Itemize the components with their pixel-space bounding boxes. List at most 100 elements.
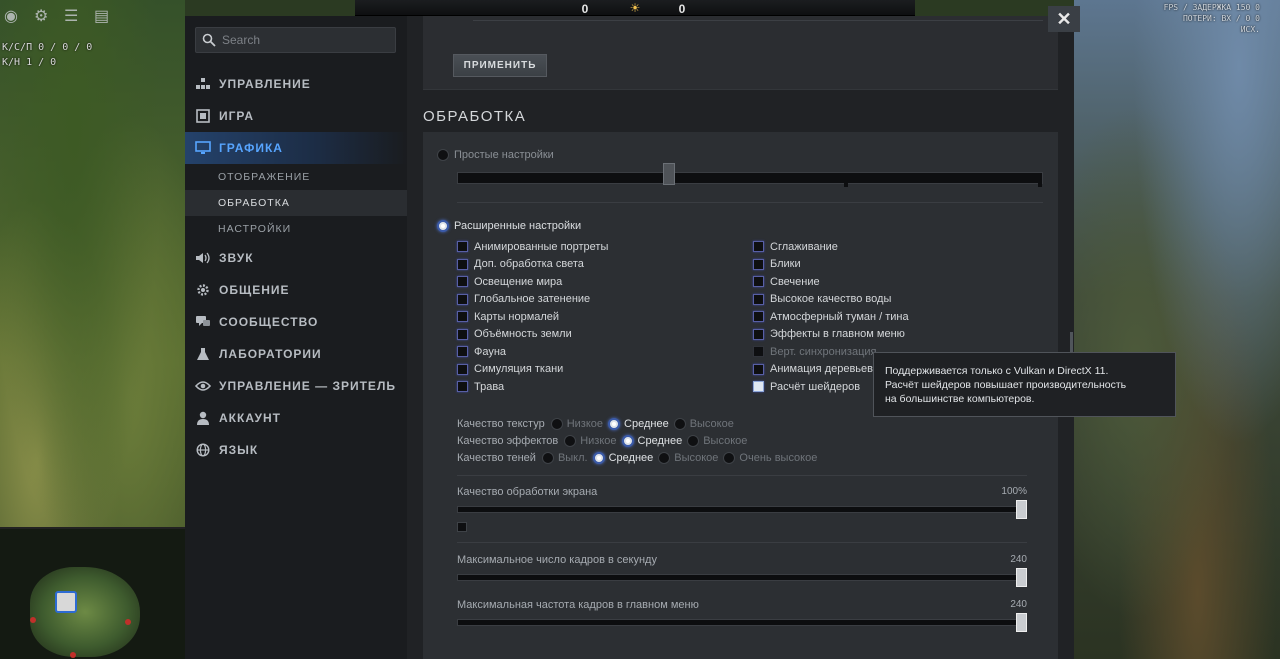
advanced-mode-radio[interactable]: Расширенные настройки [437, 220, 581, 232]
radio-button[interactable] [658, 452, 671, 464]
radio-button[interactable] [687, 435, 700, 447]
sidebar-item-sound[interactable]: ЗВУК [185, 242, 407, 274]
effects-quality-medium[interactable]: Среднее [621, 435, 682, 447]
close-button[interactable]: ✕ [1048, 6, 1080, 32]
checkbox-normal-maps[interactable]: Карты нормалей [457, 308, 608, 326]
radio-button[interactable] [564, 435, 577, 447]
checkbox-grass[interactable]: Трава [457, 378, 608, 396]
sidebar-sub-display[interactable]: ОТОБРАЖЕНИЕ [185, 164, 407, 190]
sidebar-item-label: УПРАВЛЕНИЕ — ЗРИТЕЛЬ [219, 379, 396, 393]
fps-max-thumb[interactable] [1016, 568, 1027, 587]
radio-button[interactable] [673, 418, 686, 430]
eye-icon[interactable]: ◉ [4, 8, 24, 26]
simple-slider-thumb[interactable] [663, 163, 675, 185]
shadow-quality-medium[interactable]: Среднее [592, 452, 653, 464]
checkbox-checked[interactable] [753, 381, 764, 393]
hud-icons: ◉ ⚙ ☰ ▤ [4, 8, 114, 26]
radio-button-selected[interactable] [608, 418, 621, 430]
globe-icon [195, 442, 211, 458]
search-box[interactable] [195, 27, 396, 53]
menu-icon[interactable]: ☰ [64, 8, 84, 26]
texture-quality-high[interactable]: Высокое [673, 418, 734, 430]
shadow-quality-off[interactable]: Выкл. [541, 452, 588, 464]
sidebar-sub-processing[interactable]: ОБРАБОТКА [185, 190, 407, 216]
shadow-quality-ultra[interactable]: Очень высокое [723, 452, 817, 464]
scoreboard-icon[interactable]: ▤ [94, 8, 114, 26]
radio-button-selected[interactable] [592, 452, 605, 464]
checkbox[interactable] [753, 241, 764, 253]
checkbox[interactable] [457, 258, 468, 270]
checkbox-label: Глобальное затенение [474, 293, 591, 306]
option-label: Высокое [674, 452, 719, 464]
screen-quality-thumb[interactable] [1016, 500, 1027, 519]
checkbox-atmospheric-fog[interactable]: Атмосферный туман / тина [753, 308, 909, 326]
checkbox-antialiasing[interactable]: Сглаживание [753, 238, 909, 256]
checkbox-label: Расчёт шейдеров [770, 380, 861, 393]
checkbox[interactable] [457, 328, 468, 340]
texture-quality-low[interactable]: Низкое [550, 418, 603, 430]
checkbox[interactable] [753, 363, 764, 375]
sidebar-item-spectator[interactable]: УПРАВЛЕНИЕ — ЗРИТЕЛЬ [185, 370, 407, 402]
sidebar-item-community[interactable]: СООБЩЕСТВО [185, 306, 407, 338]
radio-button-selected[interactable] [621, 435, 634, 447]
effects-quality-high[interactable]: Высокое [687, 435, 747, 447]
checkbox[interactable] [457, 363, 468, 375]
screen-quality-slider[interactable] [457, 506, 1027, 513]
checkbox-specular[interactable]: Блики [753, 256, 909, 274]
simple-mode-radio[interactable]: Простые настройки [437, 149, 554, 161]
radio-button-selected[interactable] [437, 220, 449, 232]
minimap[interactable] [0, 527, 185, 659]
checkbox[interactable] [753, 293, 764, 305]
apply-button[interactable]: ПРИМЕНИТЬ [453, 54, 547, 77]
checkbox[interactable] [457, 346, 468, 358]
sidebar-item-label: ЗВУК [219, 251, 254, 265]
sidebar-item-social[interactable]: ОБЩЕНИЕ [185, 274, 407, 306]
checkbox[interactable] [753, 311, 764, 323]
checkbox[interactable] [457, 276, 468, 288]
checkbox[interactable] [457, 293, 468, 305]
checkbox[interactable] [753, 276, 764, 288]
sidebar-item-labs[interactable]: ЛАБОРАТОРИИ [185, 338, 407, 370]
checkbox-ground-parallax[interactable]: Объёмность земли [457, 326, 608, 344]
checkbox[interactable] [457, 241, 468, 253]
checkbox[interactable] [753, 328, 764, 340]
radio-button[interactable] [541, 452, 554, 464]
checkbox-ambient-occlusion[interactable]: Глобальное затенение [457, 291, 608, 309]
checkbox-animated-portraits[interactable]: Анимированные портреты [457, 238, 608, 256]
settings-content: ПРИМЕНИТЬ ОБРАБОТКА Простые настройки Ра… [407, 16, 1074, 659]
checkbox-fauna[interactable]: Фауна [457, 343, 608, 361]
sidebar-item-label: ИГРА [219, 109, 255, 123]
radio-button[interactable] [550, 418, 563, 430]
sidebar-item-graphics[interactable]: ГРАФИКА [185, 132, 407, 164]
checkbox-menu-effects[interactable]: Эффекты в главном меню [753, 326, 909, 344]
sidebar-item-account[interactable]: АККАУНТ [185, 402, 407, 434]
checkbox-bloom[interactable]: Свечение [753, 273, 909, 291]
radio-button[interactable] [723, 452, 736, 464]
sidebar-item-language[interactable]: ЯЗЫК [185, 434, 407, 466]
shadow-quality-label: Качество теней [457, 452, 536, 464]
sidebar-item-game[interactable]: ИГРА [185, 100, 407, 132]
checkbox-screen-option[interactable] [457, 522, 467, 532]
checkbox[interactable] [457, 381, 468, 393]
checkbox[interactable] [457, 311, 468, 323]
texture-quality-medium[interactable]: Среднее [608, 418, 669, 430]
simple-quality-slider[interactable] [457, 172, 1043, 187]
checkbox-high-quality-water[interactable]: Высокое качество воды [753, 291, 909, 309]
sidebar-sub-settings[interactable]: НАСТРОЙКИ [185, 216, 407, 242]
fps-menu-slider[interactable] [457, 619, 1027, 626]
fps-max-slider[interactable] [457, 574, 1027, 581]
fps-line: ПОТЕРИ: ВХ / 0 0 [1182, 14, 1260, 23]
shadow-quality-high[interactable]: Высокое [658, 452, 718, 464]
settings-gear-icon[interactable]: ⚙ [34, 8, 54, 26]
minimap-enemy-marker [125, 619, 131, 625]
checkbox-extra-lighting[interactable]: Доп. обработка света [457, 256, 608, 274]
sidebar-item-controls[interactable]: УПРАВЛЕНИЕ [185, 68, 407, 100]
checkbox-world-lighting[interactable]: Освещение мира [457, 273, 608, 291]
search-input[interactable] [222, 33, 392, 47]
checkbox[interactable] [753, 258, 764, 270]
effects-quality-low[interactable]: Низкое [564, 435, 617, 447]
radio-button[interactable] [437, 149, 449, 161]
texture-quality-group: Качество текстур Низкое Среднее Высокое [457, 418, 739, 430]
checkbox-cloth-simulation[interactable]: Симуляция ткани [457, 361, 608, 379]
fps-menu-thumb[interactable] [1016, 613, 1027, 632]
